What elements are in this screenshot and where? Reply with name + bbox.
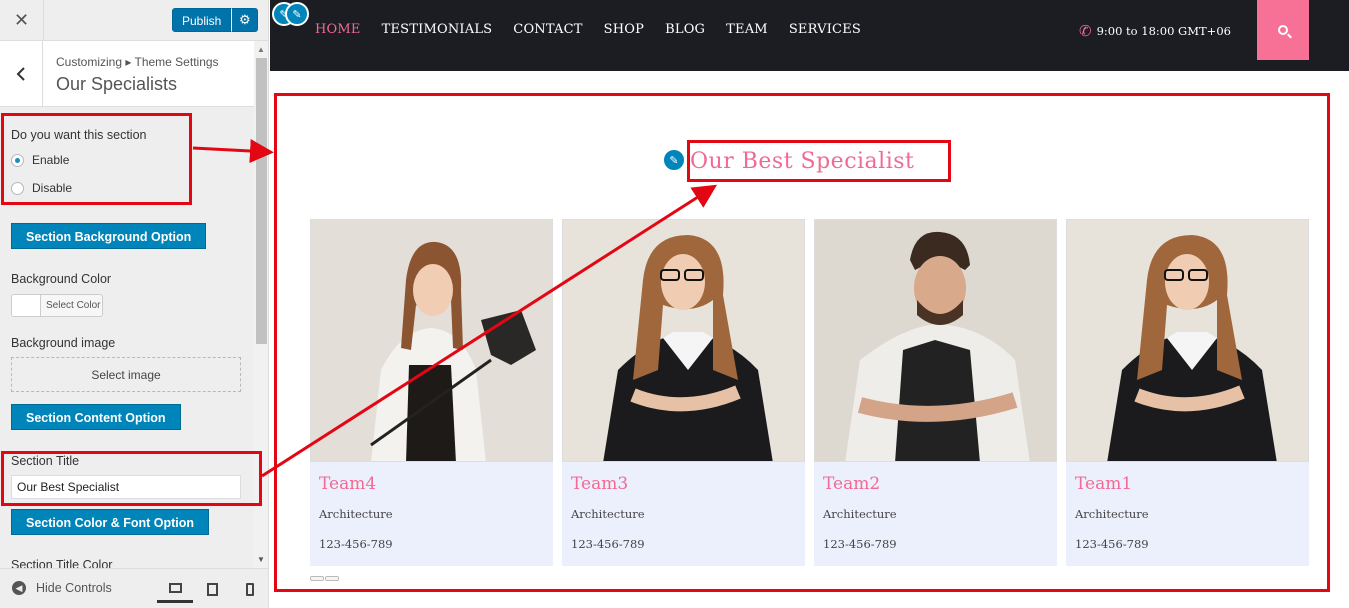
scroll-up-icon[interactable]: ▲ <box>257 45 265 54</box>
customizer-footer: ◀ Hide Controls <box>0 568 268 608</box>
phone-icon: ✆ <box>1079 22 1092 40</box>
publish-group: Publish ⚙ <box>172 8 259 32</box>
breadcrumb: Customizing ▸ Theme Settings <box>56 55 219 69</box>
section-background-option-button[interactable]: Section Background Option <box>11 223 207 249</box>
top-navigation: ✎ ✎ HOME TESTIMONIALS CONTACT SHOP BLOG … <box>270 0 1349 71</box>
mobile-preview-icon[interactable] <box>232 575 268 603</box>
annotation-box-title <box>687 140 951 182</box>
select-color-label: Select Color <box>46 300 101 311</box>
back-arrow-icon[interactable] <box>0 41 43 107</box>
desktop-preview-icon[interactable] <box>157 575 193 603</box>
select-image-button[interactable]: Select image <box>11 357 241 392</box>
main-menu: HOME TESTIMONIALS CONTACT SHOP BLOG TEAM… <box>315 22 882 37</box>
search-icon <box>1278 25 1288 35</box>
annotation-box-toggle <box>1 113 192 205</box>
customizer-header: ✕ Publish ⚙ <box>0 0 268 41</box>
menu-item-home[interactable]: HOME <box>315 22 361 37</box>
tablet-preview-icon[interactable] <box>194 575 230 603</box>
color-swatch <box>12 295 41 316</box>
scroll-down-icon[interactable]: ▼ <box>257 555 265 564</box>
section-content-option-button[interactable]: Section Content Option <box>11 404 181 430</box>
screenshot-root: ✕ Publish ⚙ Customizing ▸ Theme Settings… <box>0 0 1349 608</box>
collapse-icon: ◀ <box>12 581 26 595</box>
hide-controls-button[interactable]: ◀ Hide Controls <box>12 581 112 595</box>
menu-item-team[interactable]: TEAM <box>726 22 768 37</box>
annotation-box-title-field <box>1 451 262 506</box>
menu-item-contact[interactable]: CONTACT <box>513 22 582 37</box>
menu-item-testimonials[interactable]: TESTIMONIALS <box>382 22 493 37</box>
background-color-label: Background Color <box>11 272 112 286</box>
section-color-font-option-button[interactable]: Section Color & Font Option <box>11 509 210 535</box>
menu-item-shop[interactable]: SHOP <box>604 22 644 37</box>
edit-pencil-icon[interactable]: ✎ <box>285 2 309 26</box>
customizer-sidebar: ✕ Publish ⚙ Customizing ▸ Theme Settings… <box>0 0 269 608</box>
menu-item-services[interactable]: SERVICES <box>789 22 861 37</box>
background-image-label: Background image <box>11 336 116 350</box>
publish-button[interactable]: Publish <box>172 8 232 32</box>
close-icon[interactable]: ✕ <box>0 0 44 41</box>
edit-shortcuts: ✎ ✎ <box>272 2 309 26</box>
section-header: Customizing ▸ Theme Settings Our Special… <box>0 41 254 107</box>
opening-hours: ✆ 9:00 to 18:00 GMT+06 <box>1079 22 1231 40</box>
select-color-button[interactable]: Select Color <box>11 294 103 317</box>
menu-item-blog[interactable]: BLOG <box>665 22 705 37</box>
search-button[interactable] <box>1257 0 1309 60</box>
gear-icon[interactable]: ⚙ <box>231 8 259 32</box>
scrollbar-thumb[interactable] <box>256 58 267 344</box>
page-title: Our Specialists <box>56 74 178 94</box>
hide-controls-label: Hide Controls <box>36 581 112 595</box>
hours-text: 9:00 to 18:00 GMT+06 <box>1096 24 1231 38</box>
